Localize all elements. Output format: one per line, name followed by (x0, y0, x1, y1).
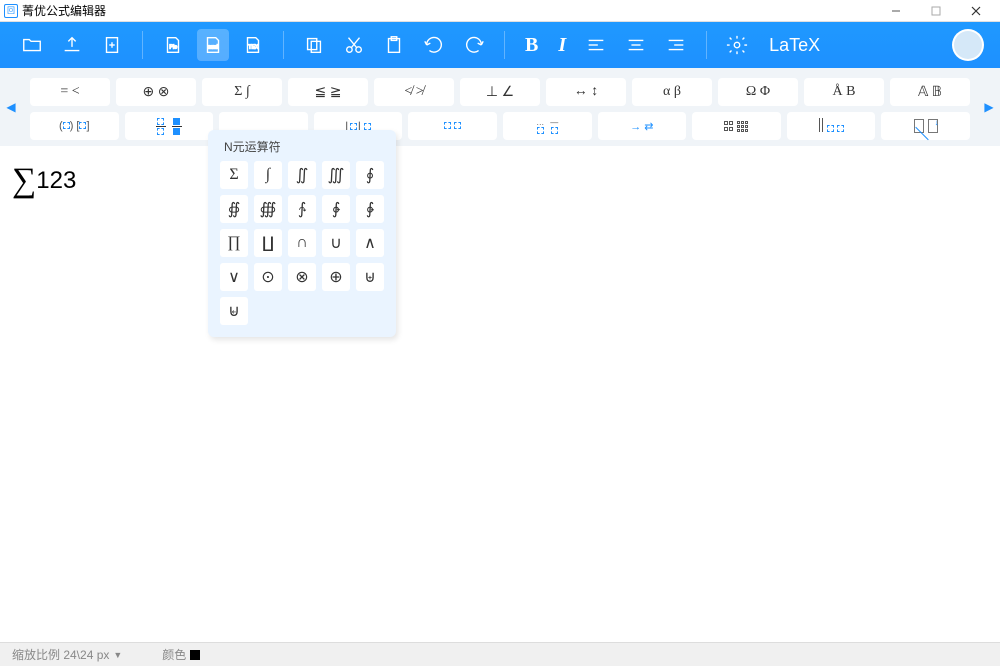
symbol-tab-negrel[interactable]: ≮ ≯ (374, 78, 454, 106)
nav-left-button[interactable]: ◀ (2, 87, 20, 127)
window-controls (876, 0, 996, 22)
svg-text:Pic: Pic (169, 45, 177, 51)
symbol-tab-greek-lower[interactable]: α β (632, 78, 712, 106)
popup-title: N元运算符 (220, 138, 384, 155)
nav-right-button[interactable]: ▶ (980, 87, 998, 127)
template-tabs: () [] ⌊⌋ …― → ⇄ (0, 112, 1000, 140)
app-icon: 回 (4, 4, 18, 18)
symbol-coproduct[interactable]: ∐ (254, 229, 282, 257)
symbol-tab-relations[interactable]: = < (30, 78, 110, 106)
close-button[interactable] (956, 0, 996, 22)
latex-button[interactable]: LaTeX (761, 35, 828, 56)
symbol-volume-integral[interactable]: ∰ (254, 195, 282, 223)
symbol-anticlockwise-contour[interactable]: ∳ (356, 195, 384, 223)
symbol-tab-operators[interactable]: ⊕ ⊗ (116, 78, 196, 106)
editor-area[interactable]: ∑ 123 (0, 146, 1000, 596)
open-file-button[interactable] (16, 29, 48, 61)
symbol-wedge[interactable]: ∧ (356, 229, 384, 257)
template-tab-arrows2[interactable]: → ⇄ (598, 112, 687, 140)
minimize-button[interactable] (876, 0, 916, 22)
settings-button[interactable] (721, 29, 753, 61)
status-bar: 缩放比例 24\24 px ▼ 颜色 (0, 642, 1000, 666)
template-tab-misc[interactable]: ↓ (881, 112, 970, 140)
symbol-product[interactable]: ∏ (220, 229, 248, 257)
bold-button[interactable]: B (519, 34, 544, 57)
zoom-label: 缩放比例 24\24 px (12, 646, 109, 663)
symbol-tab-nary[interactable]: Σ ∫ (202, 78, 282, 106)
symbol-sigma[interactable]: Σ (220, 161, 248, 189)
symbol-tab-accents[interactable]: Å B (804, 78, 884, 106)
symbol-tab-greek-upper[interactable]: Ω Φ (718, 78, 798, 106)
symbol-clockwise-integral[interactable]: ∱ (288, 195, 316, 223)
symbol-area: ◀ ▶ = < ⊕ ⊗ Σ ∫ ≦ ≧ ≮ ≯ ⊥ ∠ ↔ ↕ α β Ω Φ … (0, 68, 1000, 146)
align-left-button[interactable] (580, 29, 612, 61)
color-status[interactable]: 颜色 (162, 646, 200, 663)
formula-text: 123 (36, 167, 76, 195)
nary-operators-popup: N元运算符 Σ ∫ ∬ ∭ ∮ ∯ ∰ ∱ ∲ ∳ ∏ ∐ ∩ ∪ ∧ ∨ ⊙ … (208, 130, 396, 337)
symbol-tab-geometry[interactable]: ⊥ ∠ (460, 78, 540, 106)
symbol-intersection[interactable]: ∩ (288, 229, 316, 257)
title-bar: 回 菁优公式编辑器 (0, 0, 1000, 22)
symbol-tab-arrows[interactable]: ↔ ↕ (546, 78, 626, 106)
formula-sigma: ∑ (12, 162, 36, 200)
symbol-oplus[interactable]: ⊕ (322, 263, 350, 291)
avatar[interactable] (952, 29, 984, 61)
symbol-integral[interactable]: ∫ (254, 161, 282, 189)
symbol-double-integral[interactable]: ∬ (288, 161, 316, 189)
symbol-triple-integral[interactable]: ∭ (322, 161, 350, 189)
color-label: 颜色 (162, 646, 186, 663)
zoom-status[interactable]: 缩放比例 24\24 px ▼ (12, 646, 122, 663)
align-right-button[interactable] (660, 29, 692, 61)
align-center-button[interactable] (620, 29, 652, 61)
main-toolbar: Pic mml TEX B I (0, 22, 1000, 68)
template-tab-bars[interactable] (787, 112, 876, 140)
italic-button[interactable]: I (552, 34, 572, 57)
redo-button[interactable] (458, 29, 490, 61)
symbol-contour-integral[interactable]: ∮ (356, 161, 384, 189)
formula-display: ∑ 123 (12, 162, 988, 200)
symbol-tab-blackboard[interactable]: 𝔸 𝔹 (890, 78, 970, 106)
cut-button[interactable] (338, 29, 370, 61)
symbol-surface-integral[interactable]: ∯ (220, 195, 248, 223)
template-tab-integrals[interactable] (408, 112, 497, 140)
template-tab-matrices[interactable] (692, 112, 781, 140)
popup-grid: Σ ∫ ∬ ∭ ∮ ∯ ∰ ∱ ∲ ∳ ∏ ∐ ∩ ∪ ∧ ∨ ⊙ ⊗ ⊕ ⊎ … (220, 161, 384, 325)
copy-button[interactable] (298, 29, 330, 61)
mml-format-button[interactable]: mml (197, 29, 229, 61)
maximize-button[interactable] (916, 0, 956, 22)
new-document-button[interactable] (96, 29, 128, 61)
symbol-odot[interactable]: ⊙ (254, 263, 282, 291)
tex-format-button[interactable]: TEX (237, 29, 269, 61)
undo-button[interactable] (418, 29, 450, 61)
paste-button[interactable] (378, 29, 410, 61)
export-button[interactable] (56, 29, 88, 61)
symbol-tabs: = < ⊕ ⊗ Σ ∫ ≦ ≧ ≮ ≯ ⊥ ∠ ↔ ↕ α β Ω Φ Å B … (0, 78, 1000, 112)
symbol-uplus[interactable]: ⊎ (356, 263, 384, 291)
app-title: 菁优公式编辑器 (22, 2, 106, 19)
symbol-otimes[interactable]: ⊗ (288, 263, 316, 291)
svg-text:mml: mml (208, 45, 218, 51)
symbol-multiset-union[interactable]: ⊌ (220, 297, 248, 325)
symbol-clockwise-contour[interactable]: ∲ (322, 195, 350, 223)
template-tab-accents2[interactable]: …― (503, 112, 592, 140)
pic-format-button[interactable]: Pic (157, 29, 189, 61)
svg-text:TEX: TEX (248, 45, 258, 51)
template-tab-fences[interactable]: () [] (30, 112, 119, 140)
symbol-union[interactable]: ∪ (322, 229, 350, 257)
symbol-vee[interactable]: ∨ (220, 263, 248, 291)
symbol-tab-inequalities[interactable]: ≦ ≧ (288, 78, 368, 106)
color-swatch-icon (190, 650, 200, 660)
template-tab-fractions[interactable] (125, 112, 214, 140)
